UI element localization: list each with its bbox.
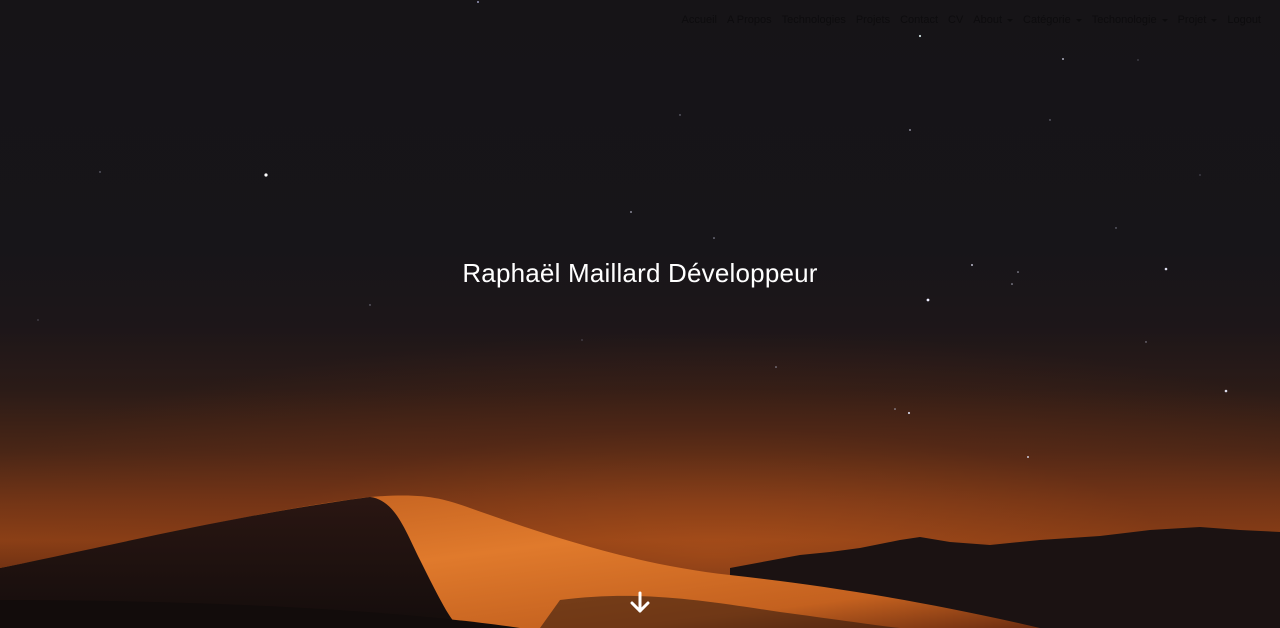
nav-link-a-propos[interactable]: A Propos xyxy=(722,14,777,26)
nav-link-contact[interactable]: Contact xyxy=(895,14,943,26)
hero-title: Raphaël Maillard Développeur xyxy=(462,258,818,288)
nav-link-label: Projets xyxy=(855,14,891,26)
hero-section: Accueil A Propos Technologies Projets Co… xyxy=(0,0,1280,628)
nav-link-accueil[interactable]: Accueil xyxy=(677,14,722,26)
top-navbar: Accueil A Propos Technologies Projets Co… xyxy=(0,0,1280,40)
nav-link-technologies[interactable]: Technologies xyxy=(777,14,851,26)
caret-down-icon xyxy=(1161,18,1168,22)
nav-dropdown-techonologie[interactable]: Techonologie xyxy=(1087,14,1173,26)
caret-down-icon xyxy=(1075,18,1082,22)
caret-down-icon xyxy=(1211,18,1218,22)
nav-link-label: Catégorie xyxy=(1023,14,1071,26)
caret-down-icon xyxy=(1007,18,1014,22)
nav-dropdown-categorie[interactable]: Catégorie xyxy=(1018,14,1087,26)
scroll-down-button[interactable] xyxy=(628,590,652,616)
desert-dunes xyxy=(0,495,1280,628)
arrow-down-icon xyxy=(630,591,650,613)
nav-link-label: About xyxy=(973,14,1003,26)
nav-link-label: A Propos xyxy=(726,14,772,26)
nav-link-label: Logout xyxy=(1227,14,1261,26)
nav-link-label: Techonologie xyxy=(1091,14,1157,26)
nav-link-cv[interactable]: CV xyxy=(943,14,968,26)
nav-link-label: Technologies xyxy=(781,14,846,26)
nav-menu: Accueil A Propos Technologies Projets Co… xyxy=(677,14,1266,26)
nav-link-label: CV xyxy=(948,14,964,26)
nav-link-label: Accueil xyxy=(681,14,717,26)
nav-link-label: Contact xyxy=(900,14,939,26)
nav-link-logout[interactable]: Logout xyxy=(1222,14,1266,26)
nav-link-label: Projet xyxy=(1177,14,1207,26)
nav-dropdown-projet[interactable]: Projet xyxy=(1173,14,1223,26)
nav-link-projets[interactable]: Projets xyxy=(851,14,895,26)
nav-dropdown-about[interactable]: About xyxy=(968,14,1018,26)
